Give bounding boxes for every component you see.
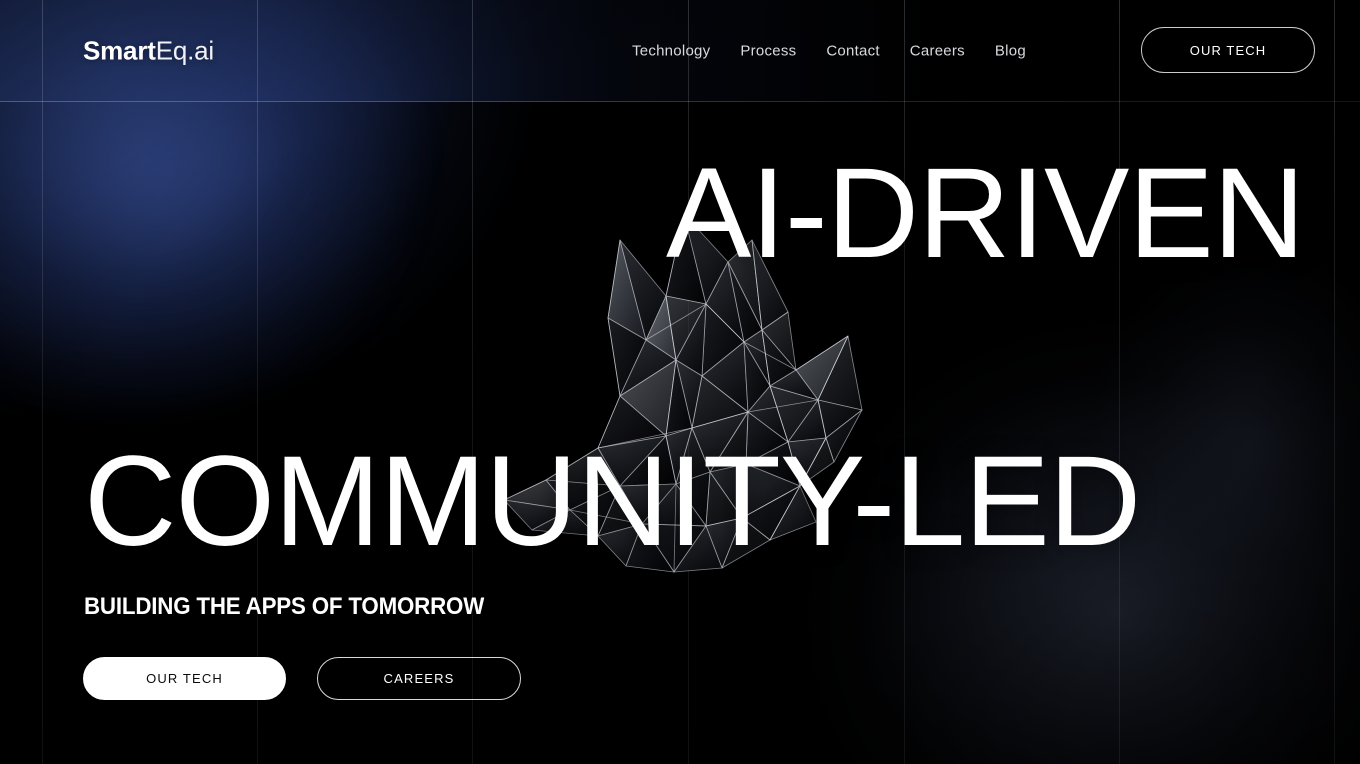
hero-cta-row: OUR TECH CAREERS bbox=[83, 657, 521, 700]
hero-headline-line-1: AI-DRIVEN bbox=[666, 142, 1305, 285]
slate-glow-bottom-right bbox=[710, 234, 1360, 764]
logo-light-text: Eq.ai bbox=[155, 35, 214, 65]
grid-hline-header-divider bbox=[0, 101, 1360, 102]
grid-vline bbox=[42, 0, 43, 764]
slate-glow-right bbox=[1000, 180, 1360, 700]
hero-subheadline: BUILDING THE APPS OF TOMORROW bbox=[84, 593, 485, 620]
grid-vline bbox=[472, 0, 473, 764]
landing-page: SmartEq.ai Technology Process Contact Ca… bbox=[0, 0, 1360, 764]
background-grid bbox=[0, 0, 1360, 764]
logo[interactable]: SmartEq.ai bbox=[83, 35, 214, 66]
primary-nav: Technology Process Contact Careers Blog bbox=[632, 36, 1041, 65]
hero-headline-line-2: COMMUNITY-LED bbox=[84, 430, 1141, 573]
nav-item-careers[interactable]: Careers bbox=[895, 36, 980, 65]
nav-item-blog[interactable]: Blog bbox=[980, 36, 1041, 65]
vignette-overlay bbox=[0, 0, 1360, 764]
background-layer bbox=[0, 0, 1360, 764]
nav-item-technology[interactable]: Technology bbox=[632, 36, 725, 65]
site-header: SmartEq.ai Technology Process Contact Ca… bbox=[0, 0, 1360, 101]
nav-item-process[interactable]: Process bbox=[725, 36, 811, 65]
grid-vline bbox=[688, 0, 689, 764]
hero-careers-button[interactable]: CAREERS bbox=[317, 657, 521, 700]
header-our-tech-button[interactable]: OUR TECH bbox=[1141, 27, 1315, 73]
logo-bold-text: Smart bbox=[83, 35, 156, 65]
grid-vline bbox=[1119, 0, 1120, 764]
low-poly-wireframe-wolf-head-icon bbox=[470, 200, 890, 590]
grid-vline bbox=[904, 0, 905, 764]
grid-vline bbox=[1334, 0, 1335, 764]
hero-our-tech-button[interactable]: OUR TECH bbox=[83, 657, 286, 700]
grid-vline bbox=[257, 0, 258, 764]
nav-item-contact[interactable]: Contact bbox=[811, 36, 894, 65]
hero-section: AI-DRIVEN COMMUNITY-LED BUILDING THE APP… bbox=[0, 0, 1360, 764]
